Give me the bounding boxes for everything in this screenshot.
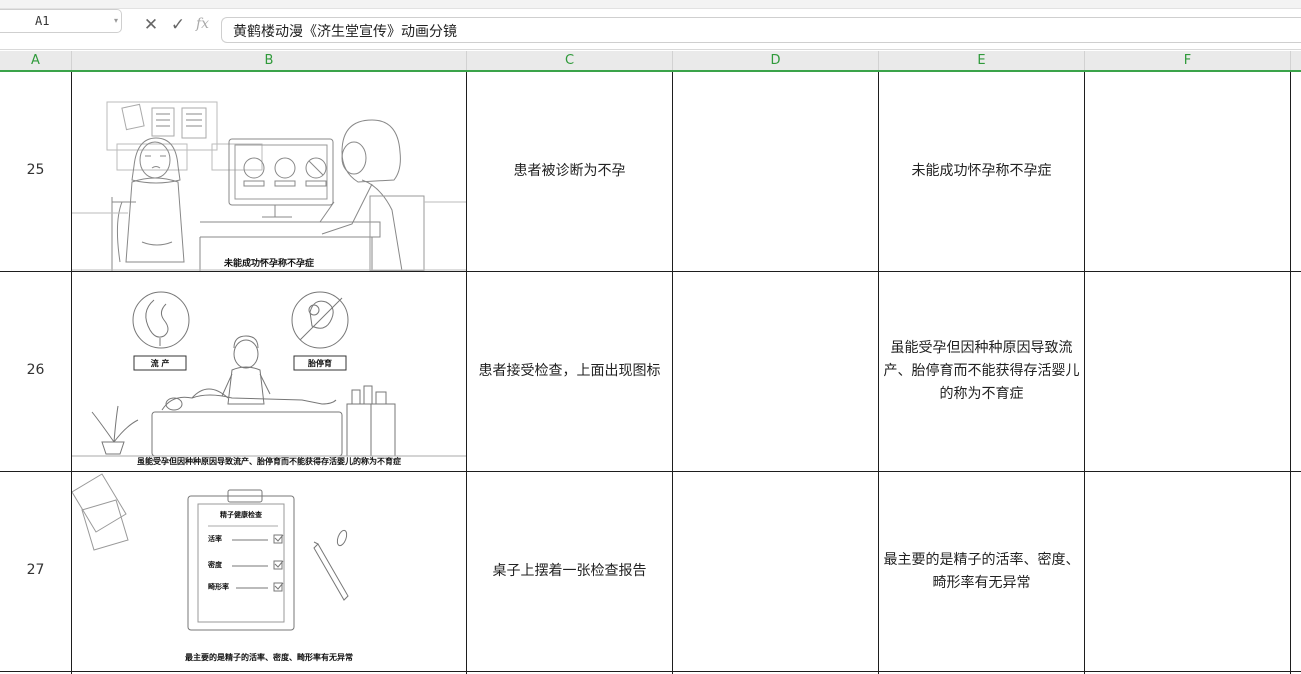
- column-header-b[interactable]: B: [72, 51, 467, 70]
- check-icon[interactable]: ✓: [169, 16, 187, 34]
- storyboard-frame-27[interactable]: 精子健康检查 活率 密度 畸形率 最主要的是精子的活率、密度、畸形率有无异常: [72, 472, 466, 671]
- miscarriage-label: 流 产: [150, 359, 170, 368]
- report-item: 活率: [208, 535, 222, 543]
- cell-e27[interactable]: 最主要的是精子的活率、密度、畸形率有无异常: [879, 472, 1084, 671]
- column-header-g: [1291, 51, 1301, 70]
- cell-d25[interactable]: [673, 72, 878, 271]
- grid-line: [1290, 72, 1291, 674]
- cell-e26[interactable]: 虽能受孕但因种种原因导致流产、胎停育而不能获得存活婴儿的称为不育症: [879, 272, 1084, 471]
- report-item: 密度: [208, 561, 222, 569]
- frame-caption: 未能成功怀孕称不孕症: [223, 259, 314, 269]
- name-box[interactable]: A1 ▾: [0, 9, 122, 33]
- column-header-d[interactable]: D: [673, 51, 879, 70]
- cell-c25[interactable]: 患者被诊断为不孕: [467, 72, 672, 271]
- row-number-26[interactable]: 26: [0, 362, 71, 378]
- stopped-pregnancy-label: 胎停育: [308, 359, 332, 368]
- row-number-27[interactable]: 27: [0, 562, 71, 578]
- sheet-tab-strip: [0, 0, 1301, 9]
- function-icon[interactable]: fx: [196, 16, 209, 32]
- cell-c27[interactable]: 桌子上摆着一张检查报告: [467, 472, 672, 671]
- grid-line: [0, 671, 1301, 672]
- row-number-25[interactable]: 25: [0, 162, 71, 178]
- cell-c26[interactable]: 患者接受检查，上面出现图标: [467, 272, 672, 471]
- report-item: 畸形率: [208, 583, 229, 591]
- column-header-e[interactable]: E: [879, 51, 1085, 70]
- column-header-a[interactable]: A: [0, 51, 72, 70]
- close-icon[interactable]: ✕: [142, 16, 160, 34]
- cell-d26[interactable]: [673, 272, 878, 471]
- cell-f25[interactable]: [1085, 72, 1290, 271]
- storyboard-frame-26[interactable]: 流 产 胎停育 虽能受孕但因种种原因导致流产、胎停育而不能获得存活婴儿的称为不育…: [72, 272, 466, 471]
- cell-f26[interactable]: [1085, 272, 1290, 471]
- report-title: 精子健康检查: [220, 511, 262, 519]
- chevron-down-icon[interactable]: ▾: [114, 16, 118, 25]
- column-header-c[interactable]: C: [467, 51, 673, 70]
- cell-e25[interactable]: 未能成功怀孕称不孕症: [879, 72, 1084, 271]
- cell-d27[interactable]: [673, 472, 878, 671]
- storyboard-frame-25[interactable]: 未能成功怀孕称不孕症: [72, 72, 466, 271]
- cell-f27[interactable]: [1085, 472, 1290, 671]
- column-header-f[interactable]: F: [1085, 51, 1291, 70]
- frame-caption: 虽能受孕但因种种原因导致流产、胎停育而不能获得存活婴儿的称为不育症: [137, 457, 401, 466]
- name-box-value: A1: [35, 14, 50, 28]
- formula-input[interactable]: 黄鹤楼动漫《济生堂宣传》动画分镜: [221, 17, 1301, 43]
- frame-caption: 最主要的是精子的活率、密度、畸形率有无异常: [185, 653, 353, 662]
- formula-content: 黄鹤楼动漫《济生堂宣传》动画分镜: [233, 24, 457, 40]
